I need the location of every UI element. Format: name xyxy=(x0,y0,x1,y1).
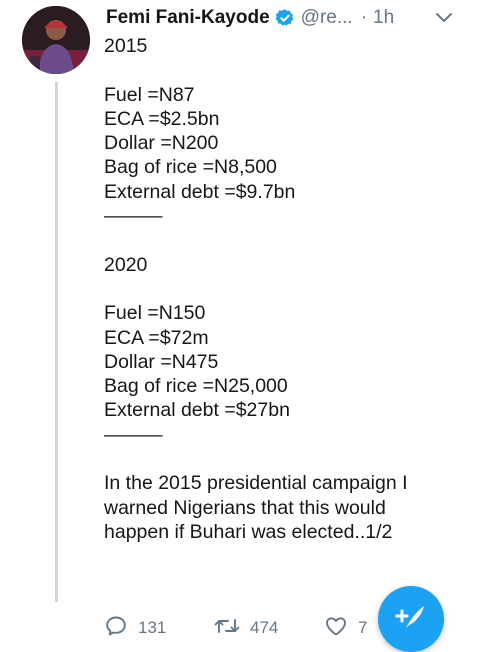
author-name[interactable]: Femi Fani-Kayode xyxy=(106,7,270,29)
tweet-body-text: 2015 Fuel =N87 ECA =$2.5bn Dollar =N200 … xyxy=(104,35,408,543)
like-button[interactable]: 7 xyxy=(324,612,367,644)
compose-tweet-icon xyxy=(394,600,428,639)
reply-button[interactable]: 131 xyxy=(104,612,166,644)
like-icon xyxy=(324,614,358,643)
tweet-header: Femi Fani-Kayode @re... · 1h xyxy=(106,4,394,32)
avatar[interactable] xyxy=(22,6,90,74)
avatar-image xyxy=(22,6,90,74)
retweet-icon xyxy=(214,614,250,643)
author-handle[interactable]: @re... xyxy=(301,7,353,29)
retweet-button[interactable]: 474 xyxy=(214,612,278,644)
verified-badge-icon xyxy=(275,8,295,28)
reply-icon xyxy=(104,614,138,643)
reply-count: 131 xyxy=(138,618,167,637)
like-count: 7 xyxy=(358,618,368,637)
retweet-count: 474 xyxy=(250,618,279,637)
chevron-down-icon[interactable] xyxy=(434,7,454,27)
separator-dot: · xyxy=(360,7,368,28)
thread-connector-line xyxy=(55,82,58,602)
compose-tweet-button[interactable] xyxy=(378,586,444,652)
tweet-timestamp[interactable]: 1h xyxy=(373,7,394,29)
